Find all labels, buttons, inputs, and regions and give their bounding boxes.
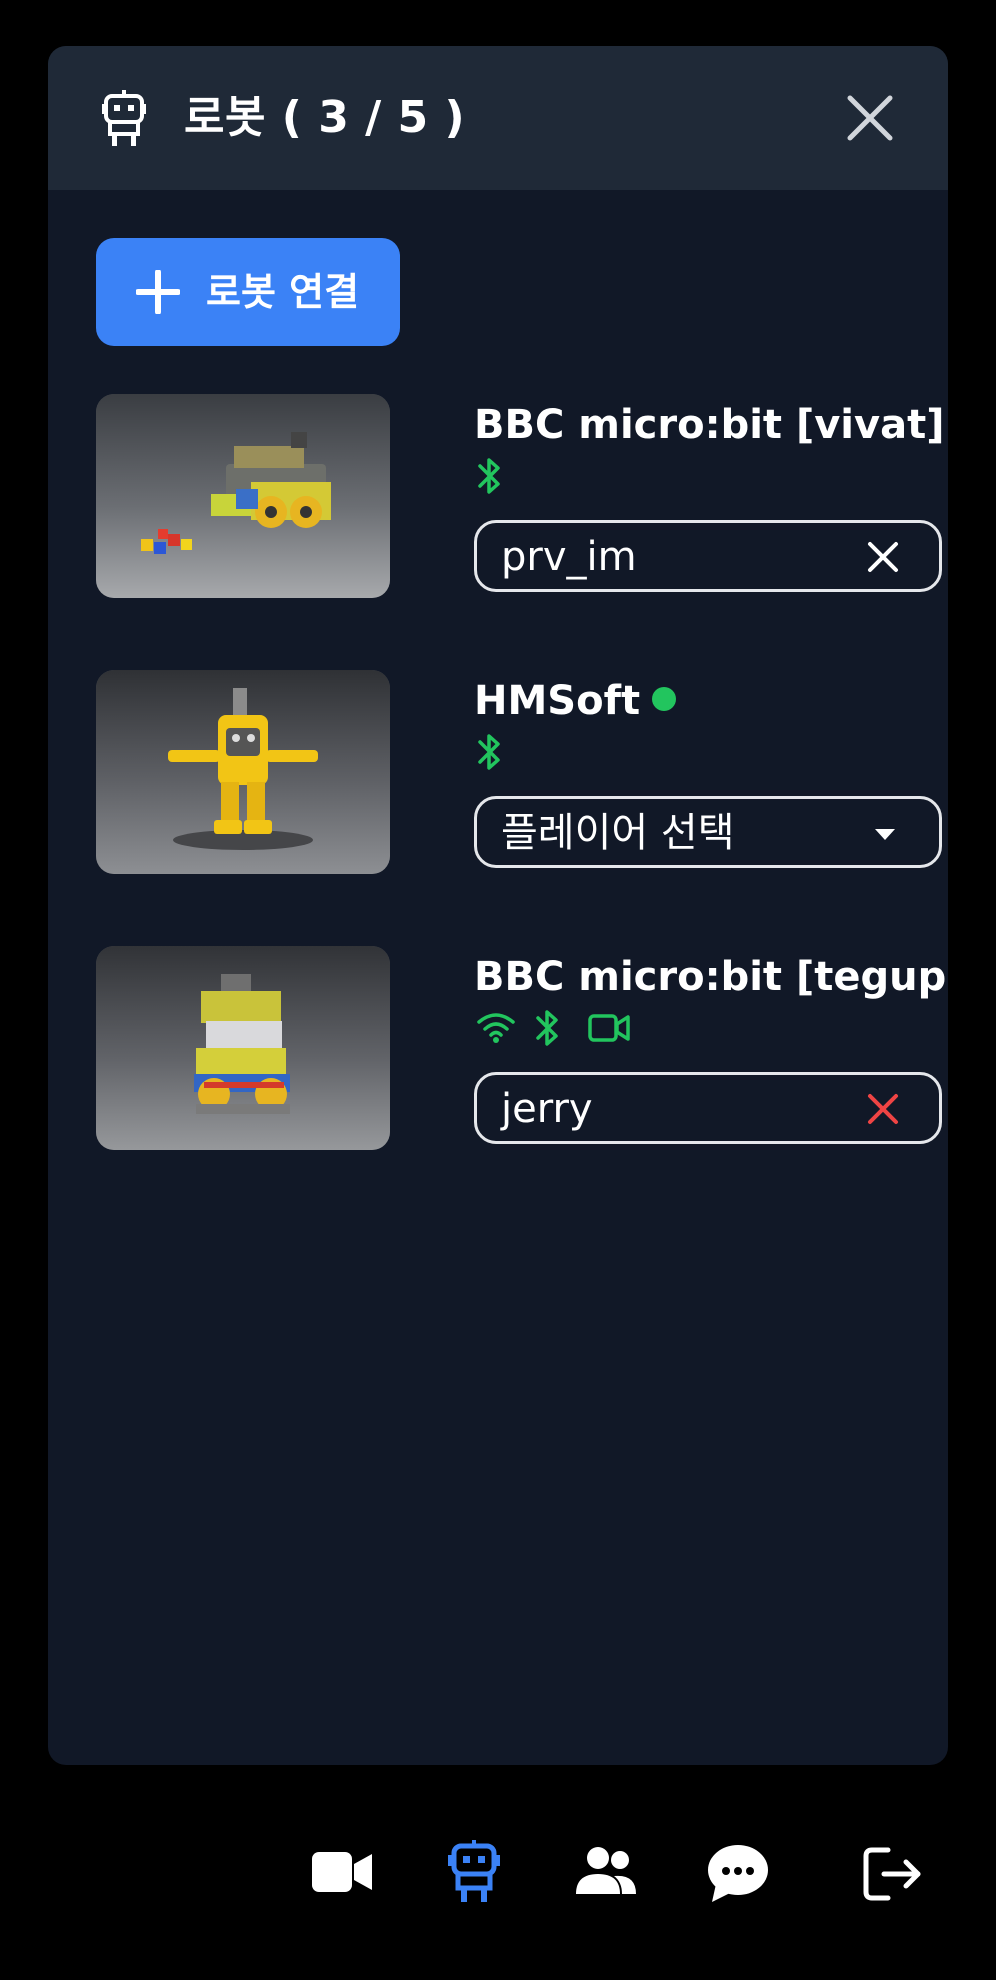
robot-name: HMSoft bbox=[474, 676, 677, 726]
player-select[interactable]: 플레이어 선택 bbox=[474, 796, 942, 868]
nav-users-button[interactable] bbox=[566, 1820, 646, 1930]
player-input[interactable]: jerry bbox=[474, 1072, 942, 1144]
bluetooth-icon bbox=[478, 734, 500, 770]
robot-photo bbox=[96, 394, 390, 598]
player-input[interactable]: prv_im bbox=[474, 520, 942, 592]
plus-icon bbox=[136, 270, 180, 314]
online-status-dot bbox=[652, 687, 677, 711]
robot-card: HMSoft 플레이어 선택 bbox=[96, 670, 948, 876]
connect-robot-button[interactable]: 로봇 연결 bbox=[96, 238, 400, 346]
connect-robot-label: 로봇 연결 bbox=[206, 270, 360, 314]
bluetooth-icon bbox=[478, 458, 500, 494]
robot-card: BBC micro:bit [vivat] prv_im bbox=[96, 394, 948, 600]
player-name: prv_im bbox=[501, 534, 637, 580]
robot-photo bbox=[96, 946, 390, 1150]
wifi-icon bbox=[477, 1013, 515, 1043]
robot-photo bbox=[96, 670, 390, 874]
panel-title: 로봇 ( 3 / 5 ) bbox=[184, 92, 466, 143]
robots-panel: 로봇 ( 3 / 5 ) 로봇 연결 BBC micro:bit [vivat]… bbox=[48, 46, 948, 1765]
close-icon[interactable] bbox=[867, 541, 899, 573]
robot-name: BBC micro:bit [tegup] bbox=[474, 952, 948, 1002]
bluetooth-icon bbox=[536, 1010, 558, 1046]
video-icon bbox=[312, 1852, 372, 1892]
logout-icon bbox=[863, 1847, 921, 1901]
robot-name: BBC micro:bit [vivat] bbox=[474, 400, 948, 450]
bottom-nav bbox=[0, 1820, 996, 1930]
caret-down-icon bbox=[875, 829, 895, 840]
nav-chat-button[interactable] bbox=[698, 1820, 778, 1930]
nav-video-button[interactable] bbox=[302, 1820, 382, 1930]
robot-card: BBC micro:bit [tegup] jerry bbox=[96, 946, 948, 1152]
robot-icon bbox=[448, 1840, 500, 1902]
nav-robot-button[interactable] bbox=[434, 1820, 514, 1930]
close-icon[interactable] bbox=[867, 1093, 899, 1125]
player-select-value: 플레이어 선택 bbox=[501, 810, 735, 856]
video-icon bbox=[588, 1014, 630, 1042]
close-icon[interactable] bbox=[844, 92, 896, 144]
nav-logout-button[interactable] bbox=[854, 1820, 934, 1930]
panel-header: 로봇 ( 3 / 5 ) bbox=[48, 46, 948, 190]
chat-icon bbox=[708, 1845, 768, 1902]
robot-icon bbox=[102, 90, 146, 146]
player-name: jerry bbox=[501, 1086, 593, 1132]
users-icon bbox=[576, 1847, 636, 1894]
